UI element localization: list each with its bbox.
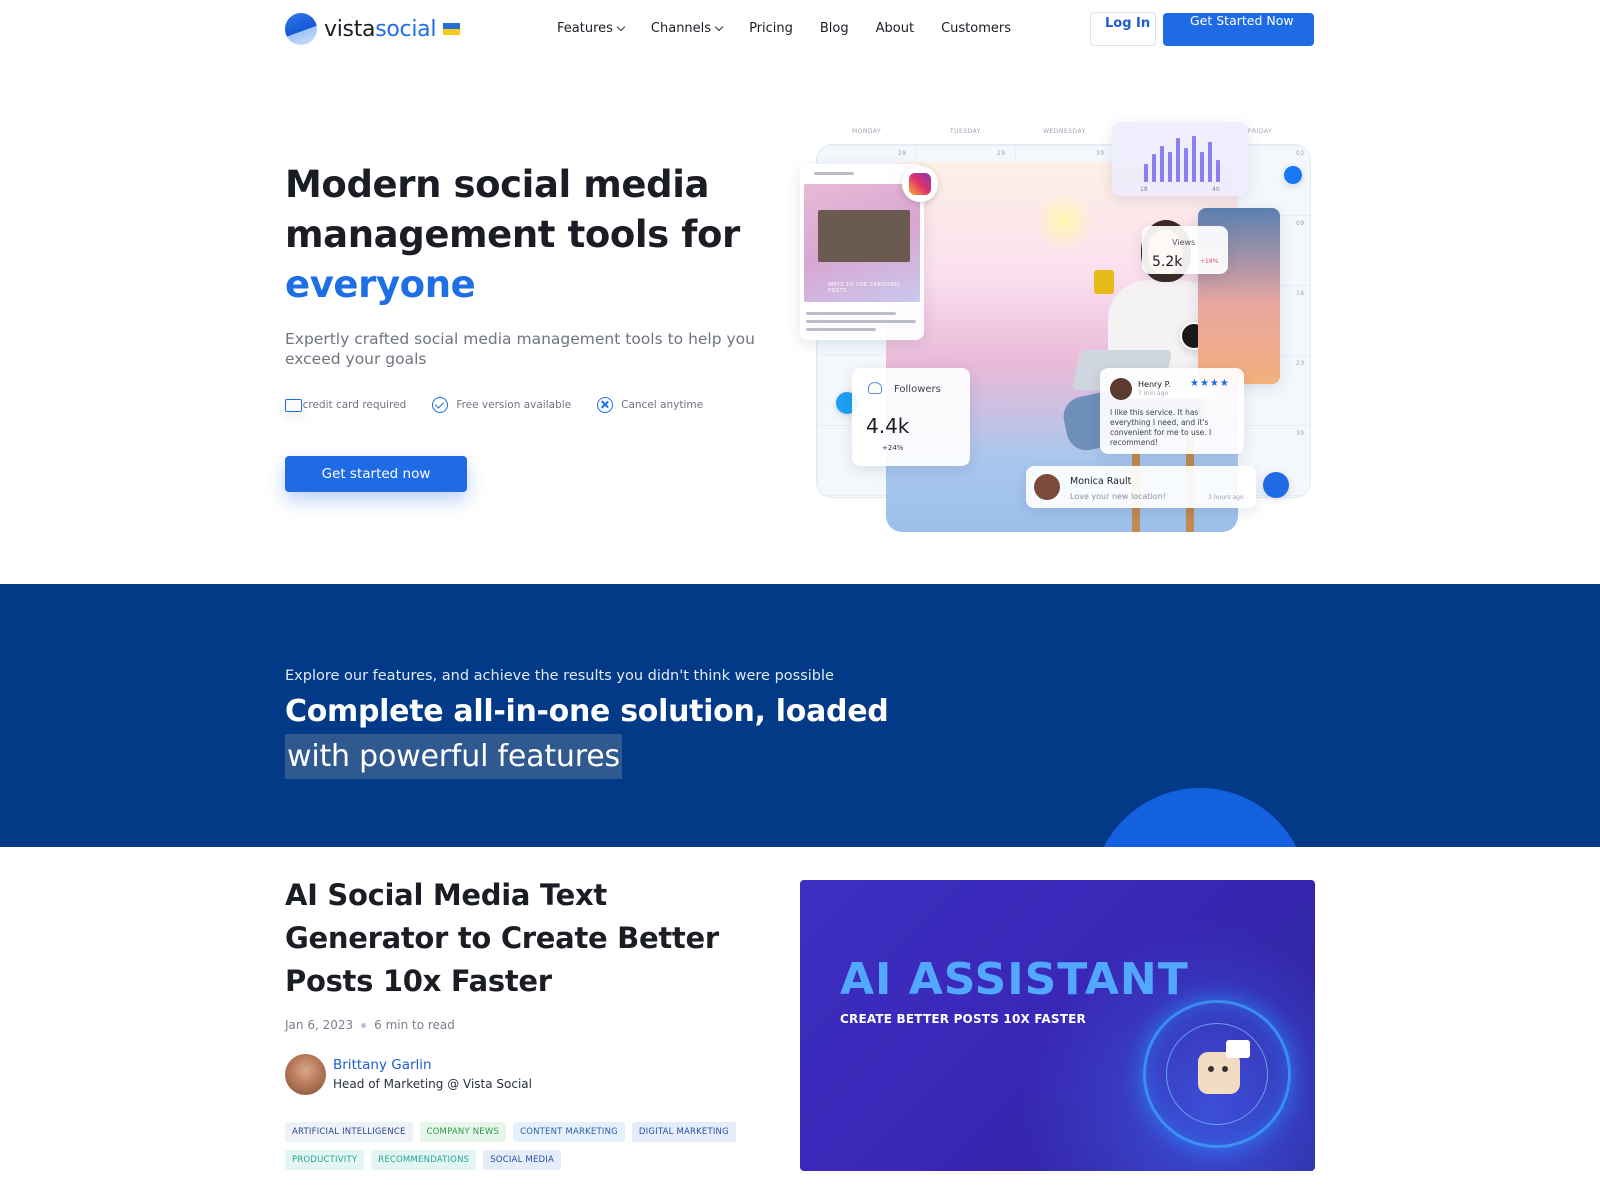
tag-chip[interactable]: ARTIFICIAL INTELLIGENCE	[285, 1122, 413, 1142]
avatar	[1034, 474, 1060, 500]
chevron-down-icon	[714, 22, 724, 31]
review-card: Henry P. 7 min ago ★★★★ I like this serv…	[1100, 368, 1244, 454]
hero-title: Modern social media management tools for…	[285, 160, 785, 310]
date-label: 16	[1296, 290, 1305, 297]
hero-illustration: MONDAY TUESDAY WEDNESDAY FRIDAY 28 29 30…	[800, 122, 1316, 532]
ai-assistant-title: AI ASSISTANT	[840, 954, 1189, 1005]
users-icon	[868, 382, 882, 394]
author-role: Head of Marketing @ Vista Social	[333, 1076, 532, 1091]
chat-bubble-icon	[1226, 1040, 1250, 1058]
day-label: WEDNESDAY	[1043, 128, 1086, 135]
day-label: FRIDAY	[1248, 128, 1273, 135]
decorative-circle	[1092, 788, 1308, 847]
login-button[interactable]: Log In	[1090, 12, 1156, 46]
article-tags: ARTIFICIAL INTELLIGENCE COMPANY NEWS CONTE…	[285, 1122, 745, 1178]
article-image[interactable]: AI ASSISTANT CREATE BETTER POSTS 10X FAS…	[800, 880, 1315, 1171]
ukraine-flag-icon	[443, 23, 461, 35]
tag-chip[interactable]: RECOMMENDATIONS	[371, 1150, 477, 1170]
nav-features[interactable]: Features	[557, 21, 626, 36]
nav-customers[interactable]: Customers	[941, 21, 1011, 36]
perk-cancel-anytime: Cancel anytime	[597, 397, 703, 413]
comment-card: Monica Rault Love your new location! 3 h…	[1026, 466, 1256, 508]
article-date: Jan 6, 2023	[285, 1018, 354, 1032]
views-card: Views 5.2k +18%	[1142, 226, 1228, 274]
tag-chip[interactable]: SOCIAL MEDIA	[483, 1150, 561, 1170]
date-label: 30	[1296, 430, 1305, 437]
hero-title-line2: management tools for	[285, 213, 740, 256]
tag-chip[interactable]: CONTENT MARKETING	[513, 1122, 625, 1142]
author-name-link[interactable]: Brittany Garlin	[333, 1056, 532, 1075]
star-rating: ★★★★	[1190, 378, 1230, 389]
logo-icon	[285, 13, 317, 45]
article-title[interactable]: AI Social Media Text Generator to Create…	[285, 874, 765, 1003]
circle-x-icon	[597, 397, 614, 413]
site-header: vistasocial Features Channels Pricing Bl…	[0, 0, 1600, 60]
logo-wordmark: vistasocial	[324, 16, 437, 42]
article-read-time: 6 min to read	[374, 1018, 455, 1032]
hero-title-accent: everyone	[285, 263, 476, 306]
hero-title-line1: Modern social media	[285, 163, 710, 206]
tag-chip[interactable]: COMPANY NEWS	[419, 1122, 507, 1142]
article-meta: Jan 6, 2023 6 min to read	[285, 1018, 455, 1032]
features-band: Explore our features, and achieve the re…	[0, 584, 1600, 847]
features-title: Complete all-in-one solution, loaded	[285, 694, 889, 729]
nav-blog[interactable]: Blog	[820, 21, 849, 36]
get-started-header-button[interactable]: Get Started Now	[1163, 13, 1314, 46]
date-label: 30	[1096, 150, 1105, 157]
facebook-icon	[1284, 166, 1302, 184]
separator-dot	[361, 1022, 367, 1028]
date-label: 02	[1296, 150, 1305, 157]
credit-card-off-icon	[285, 398, 302, 412]
ai-assistant-subtitle: CREATE BETTER POSTS 10X FASTER	[840, 1012, 1086, 1026]
chevron-down-icon	[616, 22, 626, 31]
date-label: 23	[1296, 360, 1305, 367]
day-label: MONDAY	[852, 128, 882, 135]
avatar	[1110, 378, 1132, 400]
robot-icon	[1198, 1052, 1240, 1094]
nav-channels[interactable]: Channels	[651, 21, 724, 36]
hero-perks: No credit card required Free version ava…	[285, 397, 729, 413]
send-icon	[1263, 472, 1289, 498]
features-title-highlight: with powerful features	[285, 734, 622, 779]
tag-chip[interactable]: DIGITAL MARKETING	[631, 1122, 736, 1142]
nav-pricing[interactable]: Pricing	[749, 21, 793, 36]
day-label: TUESDAY	[950, 128, 981, 135]
date-label: 29	[997, 150, 1006, 157]
hero-subtitle: Expertly crafted social media management…	[285, 330, 755, 368]
date-label: 28	[898, 150, 907, 157]
badge-check-icon	[432, 397, 449, 413]
nav-about[interactable]: About	[876, 21, 914, 36]
features-kicker: Explore our features, and achieve the re…	[285, 668, 834, 684]
followers-card: Followers 4.4k +24%	[852, 368, 970, 466]
article-author: Brittany Garlin Head of Marketing @ Vist…	[285, 1054, 532, 1095]
get-started-hero-button[interactable]: Get started now	[285, 456, 467, 492]
main-nav: Features Channels Pricing Blog About Cus…	[557, 21, 1038, 36]
avatar	[285, 1054, 326, 1095]
logo[interactable]: vistasocial	[285, 13, 461, 45]
instagram-icon	[902, 166, 938, 202]
tag-chip[interactable]: PRODUCTIVITY	[285, 1150, 365, 1170]
perk-free-version: Free version available	[432, 397, 571, 413]
bar-chart-card: 18 40	[1112, 122, 1248, 196]
perk-no-credit-card: No credit card required	[285, 398, 407, 412]
date-label: 09	[1296, 220, 1305, 227]
